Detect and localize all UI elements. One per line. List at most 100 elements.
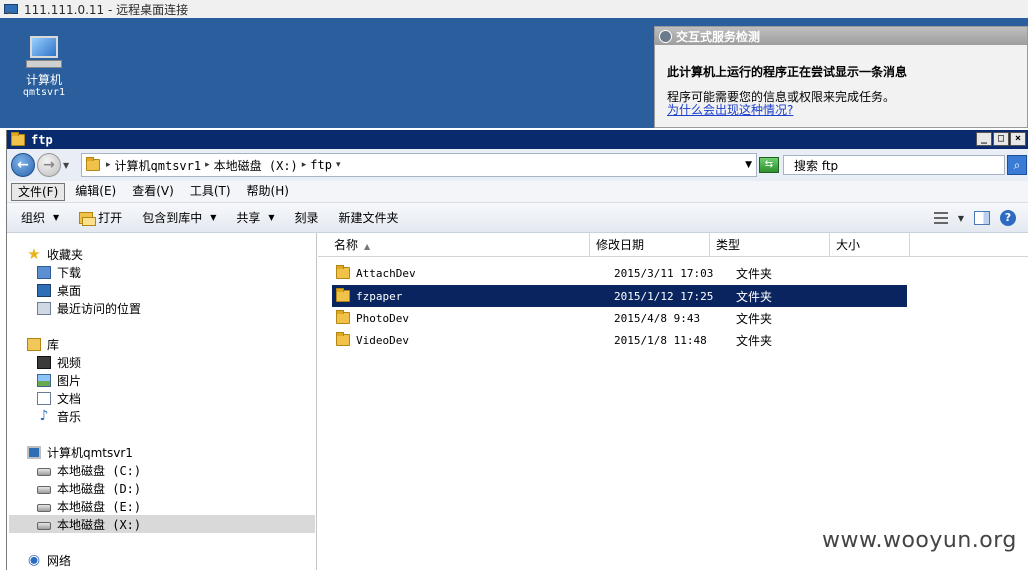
column-type[interactable]: 类型: [710, 233, 830, 257]
file-modified: 2015/1/8 11:48: [614, 333, 707, 347]
nav-music[interactable]: ♪ 音乐: [37, 407, 81, 425]
minimize-button[interactable]: _: [976, 132, 992, 146]
chevron-down-icon: ▼: [53, 213, 60, 222]
forward-button[interactable]: →: [37, 153, 61, 177]
share-button[interactable]: 共享 ▼: [236, 209, 274, 226]
folder-icon: [11, 131, 25, 146]
recent-pages-dropdown-icon[interactable]: ▼: [63, 161, 69, 170]
share-label: 共享: [236, 211, 261, 225]
breadcrumb-folder[interactable]: ftp: [310, 158, 332, 172]
desktop-computer-shortcut[interactable]: 计算机 qmtsvr1: [14, 34, 74, 98]
watermark: www.wooyun.org: [822, 528, 1017, 553]
file-modified: 2015/3/11 17:03: [614, 266, 714, 280]
breadcrumb-arrow-icon[interactable]: ▸: [302, 160, 307, 170]
include-in-library-button[interactable]: 包含到库中 ▼: [142, 209, 216, 226]
file-modified: 2015/4/8 9:43: [614, 311, 701, 325]
address-dropdown-icon[interactable]: ▼: [745, 160, 752, 170]
file-row-attachdev[interactable]: AttachDev 2015/3/11 17:03 文件夹: [332, 262, 907, 284]
downloads-icon: [37, 265, 51, 279]
burn-button[interactable]: 刻录: [295, 209, 319, 226]
nav-label: 下载: [57, 265, 82, 280]
file-type: 文件夹: [736, 266, 773, 281]
menu-view[interactable]: 查看(V): [126, 183, 180, 201]
nav-network[interactable]: ◉ 网络: [27, 551, 71, 569]
popup-body: 程序可能需要您的信息或权限来完成任务。 为什么会出现这种情况?: [667, 91, 895, 117]
popup-help-link[interactable]: 为什么会出现这种情况?: [667, 104, 895, 117]
drive-icon: [37, 467, 51, 476]
nav-computer[interactable]: 计算机qmtsvr1: [27, 443, 133, 461]
help-icon[interactable]: ?: [1000, 210, 1016, 226]
nav-drive-x[interactable]: 本地磁盘 (X:): [9, 515, 315, 533]
nav-drive-d[interactable]: 本地磁盘 (D:): [37, 479, 141, 497]
view-list-icon[interactable]: [933, 212, 948, 224]
nav-desktop[interactable]: 桌面: [37, 281, 81, 299]
menu-bar: 文件(F) 编辑(E) 查看(V) 工具(T) 帮助(H): [7, 181, 1028, 203]
address-row: ← → ▼ ▸ 计算机qmtsvr1 ▸ 本地磁盘 (X:) ▸ ftp ▾ ▼…: [7, 149, 1028, 181]
breadcrumb-drive[interactable]: 本地磁盘 (X:): [214, 157, 298, 174]
column-header: 名称 ▲ 修改日期 类型 大小: [318, 233, 1028, 257]
nav-pictures[interactable]: 图片: [37, 371, 81, 389]
nav-label: 本地磁盘 (D:): [57, 481, 142, 496]
column-modified[interactable]: 修改日期: [590, 233, 710, 257]
breadcrumb-arrow-icon[interactable]: ▸: [106, 160, 111, 170]
music-icon: ♪: [39, 407, 49, 424]
refresh-button[interactable]: ⇆: [759, 157, 779, 173]
file-list-pane: 名称 ▲ 修改日期 类型 大小 AttachDev 2015/3/11 17:03…: [318, 233, 1028, 570]
menu-help[interactable]: 帮助(H): [241, 183, 295, 201]
nav-label: 桌面: [57, 283, 82, 298]
nav-label: 本地磁盘 (X:): [57, 517, 142, 532]
nav-drive-c[interactable]: 本地磁盘 (C:): [37, 461, 141, 479]
nav-favorites[interactable]: ★ 收藏夹: [27, 245, 83, 263]
nav-recent-places[interactable]: 最近访问的位置: [37, 299, 141, 317]
column-name[interactable]: 名称 ▲: [328, 233, 590, 257]
chevron-down-icon: ▼: [210, 213, 217, 222]
drive-icon: [37, 485, 51, 494]
nav-documents[interactable]: 文档: [37, 389, 81, 407]
window-title-bar[interactable]: ftp _ □ ×: [7, 130, 1028, 149]
address-bar[interactable]: ▸ 计算机qmtsvr1 ▸ 本地磁盘 (X:) ▸ ftp ▾ ▼: [81, 153, 757, 177]
file-type: 文件夹: [736, 333, 773, 348]
breadcrumb-arrow-icon[interactable]: ▾: [336, 160, 341, 170]
new-folder-button[interactable]: 新建文件夹: [339, 209, 399, 226]
nav-label: 本地磁盘 (C:): [57, 463, 142, 478]
rdp-title: 111.111.0.11 - 远程桌面连接: [24, 2, 189, 17]
sort-ascending-icon: ▲: [364, 242, 371, 251]
navigation-pane: ★ 收藏夹 下载 桌面 最近访问的位置 库 视频 图片 文档 ♪ 音乐 计算机q…: [7, 233, 317, 570]
nav-libraries[interactable]: 库: [27, 335, 59, 353]
breadcrumb-arrow-icon[interactable]: ▸: [205, 160, 210, 170]
folder-icon: [336, 310, 350, 324]
file-name: VideoDev: [356, 333, 409, 347]
column-size[interactable]: 大小: [830, 233, 910, 257]
window-controls: _ □ ×: [976, 132, 1026, 146]
search-input[interactable]: [794, 158, 994, 172]
search-field[interactable]: [783, 155, 1005, 175]
back-button[interactable]: ←: [11, 153, 35, 177]
document-icon: [37, 391, 51, 405]
nav-label: 计算机qmtsvr1: [47, 445, 133, 460]
menu-tools[interactable]: 工具(T): [184, 183, 237, 201]
recent-places-icon: [37, 301, 51, 315]
view-tools: ▼ ?: [933, 210, 1016, 226]
file-row-photodev[interactable]: PhotoDev 2015/4/8 9:43 文件夹: [332, 307, 907, 329]
maximize-button[interactable]: □: [993, 132, 1009, 146]
view-options-dropdown-icon[interactable]: ▼: [958, 214, 964, 223]
search-icon[interactable]: ⌕: [1007, 155, 1027, 175]
breadcrumb-computer[interactable]: 计算机qmtsvr1: [115, 157, 202, 174]
open-button[interactable]: 打开: [79, 209, 122, 226]
services-icon: [659, 29, 672, 43]
network-icon: ◉: [27, 551, 41, 568]
menu-edit[interactable]: 编辑(E): [69, 183, 122, 201]
nav-label: 音乐: [57, 409, 82, 424]
file-row-videodev[interactable]: VideoDev 2015/1/8 11:48 文件夹: [332, 329, 907, 351]
nav-videos[interactable]: 视频: [37, 353, 81, 371]
close-button[interactable]: ×: [1010, 132, 1026, 146]
nav-downloads-item[interactable]: 下载: [37, 263, 81, 281]
preview-pane-icon[interactable]: [974, 211, 990, 225]
desktop-icon-label: 计算机: [25, 73, 62, 87]
nav-label: 视频: [57, 355, 82, 370]
menu-file[interactable]: 文件(F): [11, 182, 66, 201]
organize-button[interactable]: 组织 ▼: [21, 209, 59, 226]
nav-drive-e[interactable]: 本地磁盘 (E:): [37, 497, 141, 515]
desktop-icon-sublabel: qmtsvr1: [22, 87, 66, 98]
file-row-fzpaper[interactable]: fzpaper 2015/1/12 17:25 文件夹: [332, 285, 907, 307]
